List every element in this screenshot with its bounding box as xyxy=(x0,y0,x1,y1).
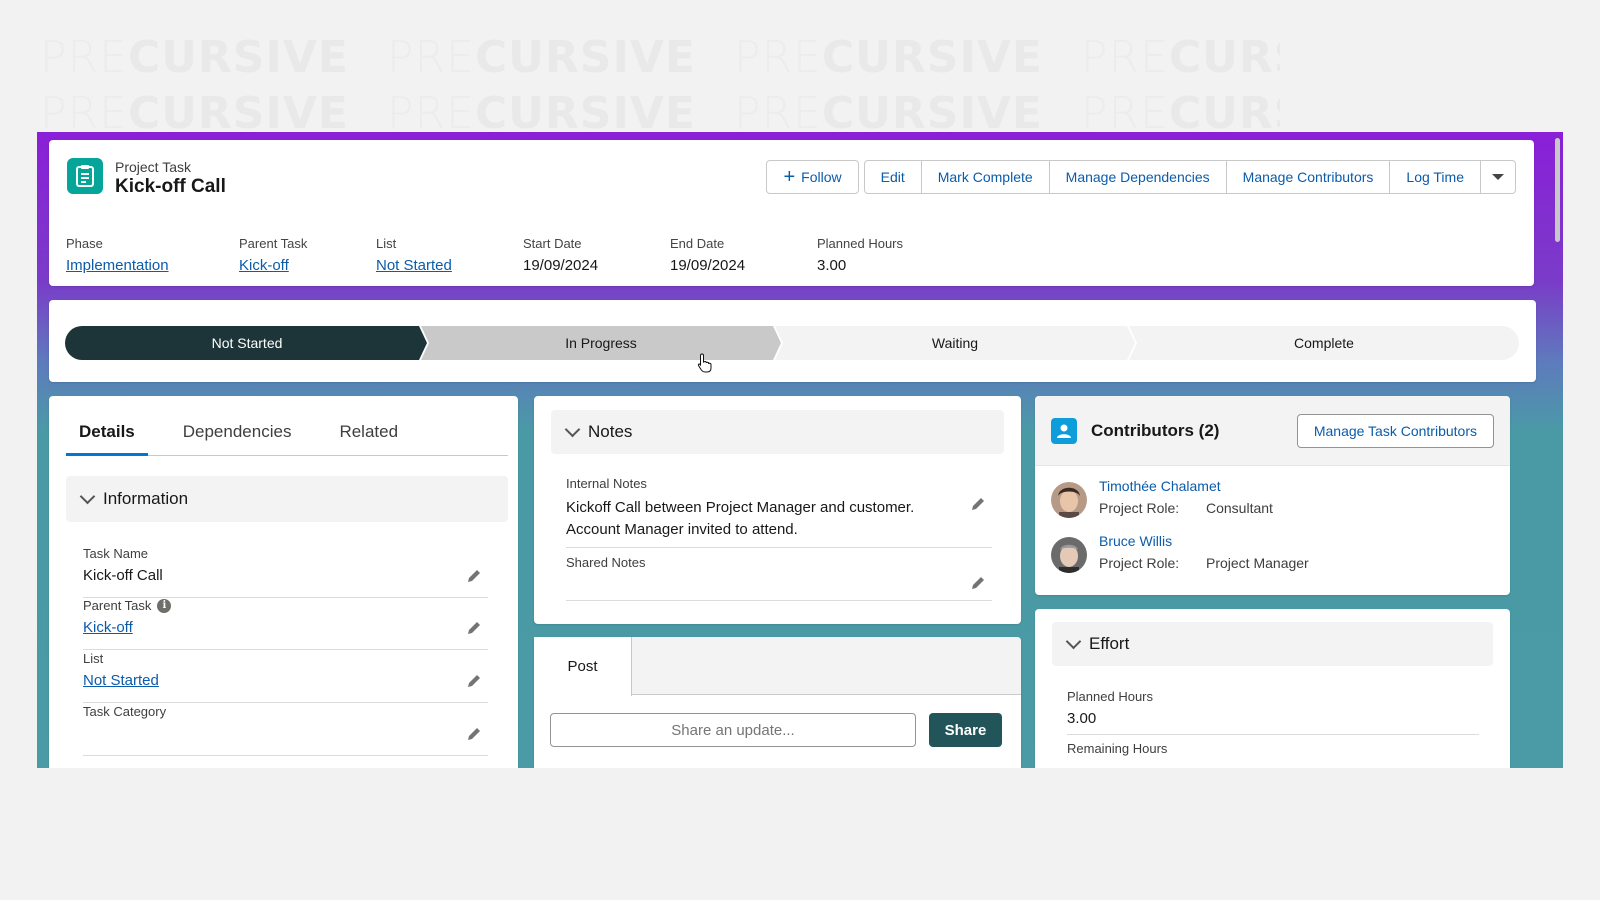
task-icon xyxy=(67,158,103,194)
pencil-icon[interactable] xyxy=(466,620,482,636)
notes-panel: Notes Internal Notes Kickoff Call betwee… xyxy=(534,396,1021,624)
header-actions: + Follow Edit Mark Complete Manage Depen… xyxy=(766,160,1516,194)
record-page: Project Task Kick-off Call + Follow Edit… xyxy=(37,132,1563,768)
notes-section-header[interactable]: Notes xyxy=(551,410,1004,454)
record-header: Project Task Kick-off Call + Follow Edit… xyxy=(49,140,1534,286)
pencil-icon[interactable] xyxy=(970,496,986,512)
mark-complete-button[interactable]: Mark Complete xyxy=(920,160,1050,194)
more-actions-button[interactable] xyxy=(1480,160,1516,194)
field-shared-notes: Shared Notes xyxy=(566,555,992,601)
parent-task-link[interactable]: Kick-off xyxy=(239,257,376,274)
publisher-tabs: Post xyxy=(534,637,1021,696)
log-time-button[interactable]: Log Time xyxy=(1389,160,1481,194)
path-stage-in-progress[interactable]: In Progress xyxy=(421,326,781,360)
pencil-icon[interactable] xyxy=(466,673,482,689)
chevron-down-icon xyxy=(79,488,96,504)
object-type-label: Project Task xyxy=(115,159,191,175)
path-bar: Not Started In Progress Waiting Complete xyxy=(65,326,1519,360)
field-task-category: Task Category xyxy=(83,704,488,756)
info-icon[interactable]: i xyxy=(157,598,172,613)
highlights-panel: Phase Implementation Parent Task Kick-of… xyxy=(66,236,957,274)
contributor-name-link[interactable]: Bruce Willis xyxy=(1099,533,1172,549)
details-panel: Details Dependencies Related Information… xyxy=(49,396,518,768)
plus-icon: + xyxy=(783,166,796,188)
contributors-panel: Contributors (2) Manage Task Contributor… xyxy=(1035,396,1510,595)
path-stage-waiting[interactable]: Waiting xyxy=(775,326,1135,360)
brand-watermark: PRECURSIVE PRECURSIVE PRECURSIVE PRECURS… xyxy=(40,32,1280,130)
effort-panel: Effort Planned Hours 3.00 Remaining Hour… xyxy=(1035,609,1510,768)
highlight-phase: Phase Implementation xyxy=(66,236,239,274)
highlight-list: List Not Started xyxy=(376,236,523,274)
tab-related[interactable]: Related xyxy=(326,414,411,456)
field-list: List Not Started xyxy=(83,651,488,703)
highlight-start-date: Start Date 19/09/2024 xyxy=(523,236,599,274)
contributors-title: Contributors (2) xyxy=(1091,421,1220,440)
scrollbar-thumb[interactable] xyxy=(1555,138,1560,242)
contributor-item: Bruce Willis Project Role: Project Manag… xyxy=(1051,533,1491,577)
record-tabs: Details Dependencies Related xyxy=(66,414,508,456)
manage-task-contributors-button[interactable]: Manage Task Contributors xyxy=(1296,414,1494,448)
avatar xyxy=(1051,537,1087,573)
path-stage-not-started[interactable]: Not Started xyxy=(65,326,429,360)
highlight-planned-hours: Planned Hours 3.00 xyxy=(817,236,903,274)
path-stage-complete[interactable]: Complete xyxy=(1129,326,1519,360)
phase-link[interactable]: Implementation xyxy=(66,257,239,274)
follow-button[interactable]: + Follow xyxy=(766,160,859,194)
pencil-icon[interactable] xyxy=(970,575,986,591)
status-path: Not Started In Progress Waiting Complete xyxy=(49,300,1536,382)
contributor-item: Timothée Chalamet Project Role: Consulta… xyxy=(1051,478,1491,522)
field-parent-task: Parent Task i Kick-off xyxy=(83,598,488,650)
chevron-down-icon xyxy=(1065,633,1082,649)
manage-dependencies-button[interactable]: Manage Dependencies xyxy=(1048,160,1227,194)
tab-dependencies[interactable]: Dependencies xyxy=(170,414,305,456)
chatter-publisher: Post Share xyxy=(534,637,1021,768)
contributor-name-link[interactable]: Timothée Chalamet xyxy=(1099,478,1221,494)
manage-contributors-button[interactable]: Manage Contributors xyxy=(1225,160,1391,194)
list-field-link[interactable]: Not Started xyxy=(83,672,488,689)
field-internal-notes: Internal Notes Kickoff Call between Proj… xyxy=(566,476,992,548)
field-task-name: Task Name Kick-off Call xyxy=(83,546,488,598)
share-button[interactable]: Share xyxy=(929,713,1002,747)
contributors-header: Contributors (2) Manage Task Contributor… xyxy=(1035,396,1510,466)
contributors-icon xyxy=(1051,418,1077,444)
parent-task-field-link[interactable]: Kick-off xyxy=(83,619,488,636)
avatar xyxy=(1051,482,1087,518)
highlight-parent-task: Parent Task Kick-off xyxy=(239,236,376,274)
information-section-header[interactable]: Information xyxy=(66,476,508,522)
list-link[interactable]: Not Started xyxy=(376,257,523,274)
field-remaining-hours: Remaining Hours xyxy=(1067,741,1168,756)
highlight-end-date: End Date 19/09/2024 xyxy=(670,236,746,274)
chevron-down-icon xyxy=(1492,174,1504,180)
field-planned-hours: Planned Hours 3.00 xyxy=(1067,689,1479,735)
pencil-icon[interactable] xyxy=(466,568,482,584)
share-update-input[interactable] xyxy=(550,713,916,747)
tab-post[interactable]: Post xyxy=(534,637,632,696)
edit-button[interactable]: Edit xyxy=(863,160,922,194)
effort-section-header[interactable]: Effort xyxy=(1052,622,1493,666)
page-title: Kick-off Call xyxy=(115,176,226,197)
tab-details[interactable]: Details xyxy=(66,414,148,456)
page-scrollbar[interactable] xyxy=(1553,132,1563,262)
chevron-down-icon xyxy=(564,421,581,437)
pencil-icon[interactable] xyxy=(466,726,482,742)
